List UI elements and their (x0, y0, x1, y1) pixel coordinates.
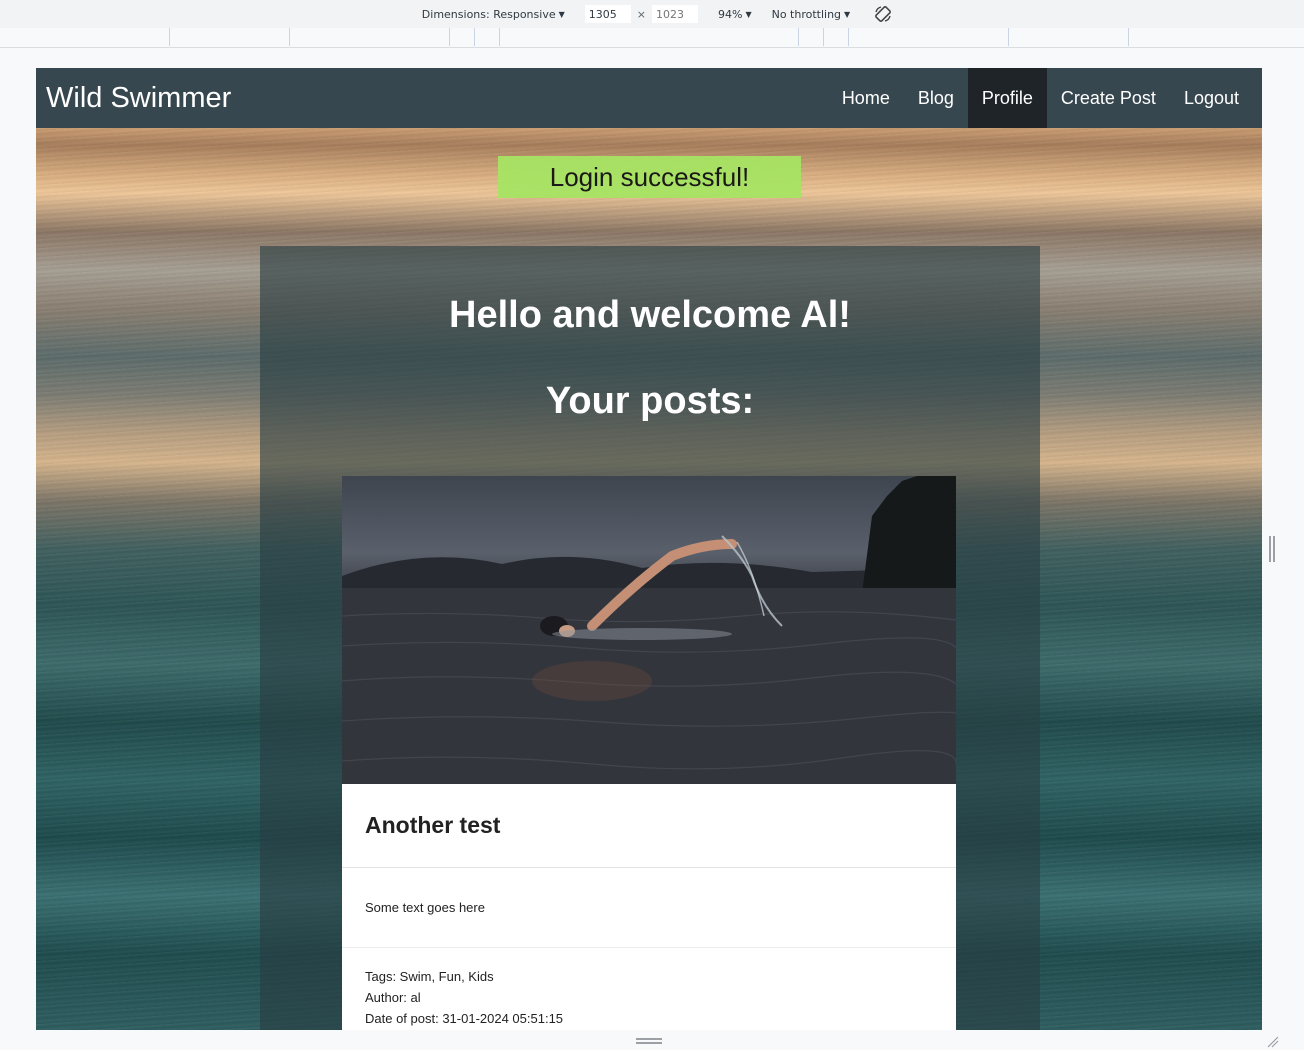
ruler-tick (1008, 28, 1009, 46)
nav-create-post[interactable]: Create Post (1047, 68, 1170, 128)
ruler-tick (798, 28, 799, 46)
ruler-tick (474, 28, 475, 46)
ruler-tick (823, 28, 824, 46)
caret-down-icon: ▼ (558, 9, 565, 19)
rotate-icon[interactable] (874, 5, 892, 23)
emulated-page: Wild Swimmer Home Blog Profile Create Po… (36, 68, 1262, 1030)
resize-handle-bottom[interactable] (636, 1038, 662, 1044)
caret-down-icon: ▼ (745, 9, 752, 19)
ruler-tick (1128, 28, 1129, 46)
media-query-ruler[interactable] (0, 28, 1304, 48)
zoom-label: 94% (717, 7, 743, 21)
nav-blog[interactable]: Blog (904, 68, 968, 128)
swimmer-photo (342, 476, 956, 784)
welcome-heading: Hello and welcome Al! (449, 294, 851, 336)
dimension-inputs: × (584, 5, 698, 23)
nav-home[interactable]: Home (828, 68, 904, 128)
post-body: Some text goes here (365, 900, 485, 915)
post-title[interactable]: Another test (365, 812, 500, 839)
dimensions-dropdown[interactable]: Dimensions: Responsive ▼ (422, 8, 565, 21)
zoom-dropdown[interactable]: 94% ▼ (718, 8, 752, 21)
card-header: Another test (342, 784, 956, 868)
card-meta: Tags: Swim, Fun, Kids Author: al Date of… (342, 948, 956, 1029)
navbar: Wild Swimmer Home Blog Profile Create Po… (36, 68, 1262, 128)
nav-profile[interactable]: Profile (967, 68, 1047, 128)
nav-links: Home Blog Profile Create Post Logout (828, 68, 1253, 128)
ruler-tick (499, 28, 500, 46)
post-card: Another test Some text goes here Tags: S… (342, 476, 956, 1030)
times-symbol: × (636, 7, 646, 21)
posts-heading: Your posts: (545, 380, 755, 422)
resize-handle-right[interactable] (1269, 536, 1275, 562)
throttling-dropdown[interactable]: No throttling ▼ (772, 8, 851, 21)
throttling-label: No throttling (771, 7, 842, 21)
resize-corner-icon[interactable] (1266, 1034, 1280, 1048)
card-body: Some text goes here (342, 868, 956, 948)
ruler-tick (169, 28, 170, 46)
height-input[interactable] (651, 5, 698, 23)
width-input[interactable] (584, 5, 631, 23)
ruler-tick (289, 28, 290, 46)
nav-logout[interactable]: Logout (1170, 68, 1253, 128)
ruler-tick (848, 28, 849, 46)
post-tags: Tags: Swim, Fun, Kids (365, 969, 494, 984)
dimensions-label: Dimensions: Responsive (421, 7, 556, 21)
post-date: Date of post: 31-01-2024 05:51:15 (365, 1011, 564, 1026)
brand-logo[interactable]: Wild Swimmer (46, 82, 231, 115)
post-author: Author: al (365, 990, 421, 1005)
profile-panel: Hello and welcome Al! Your posts: Anothe… (260, 246, 1040, 1030)
caret-down-icon: ▼ (844, 9, 851, 19)
devtools-device-toolbar: Dimensions: Responsive ▼ × 94% ▼ No thro… (0, 0, 1304, 28)
flash-message: Login successful! (498, 156, 801, 198)
ruler-tick (449, 28, 450, 46)
